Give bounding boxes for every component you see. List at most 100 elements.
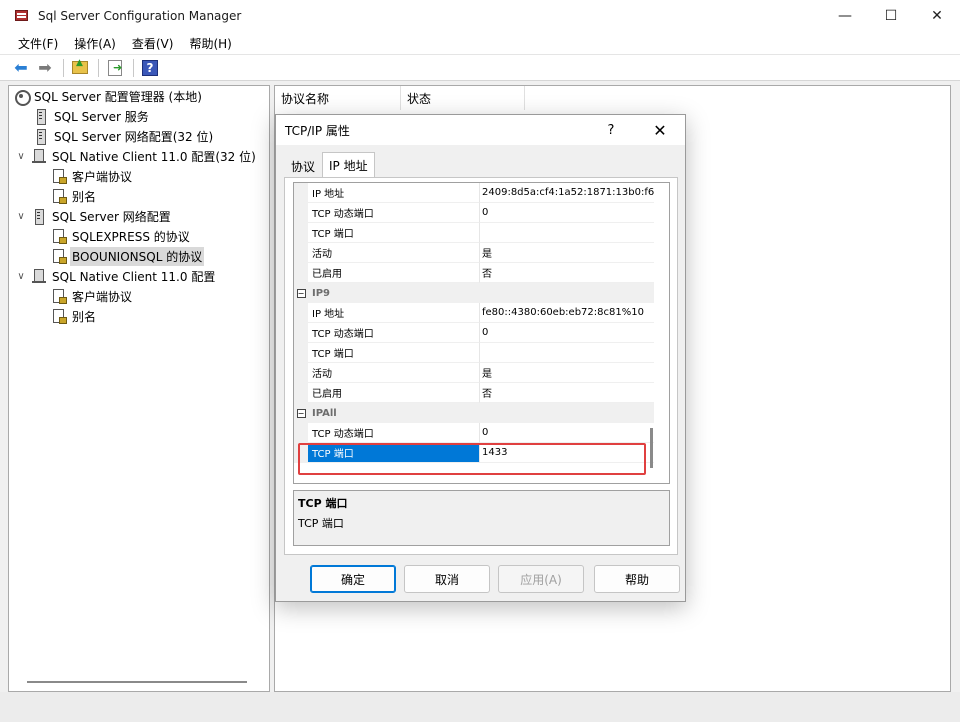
description-title: TCP 端口 <box>298 497 348 510</box>
row-gutter <box>294 203 308 223</box>
row-gutter <box>294 363 308 383</box>
property-row[interactable]: 活动是 <box>294 243 654 263</box>
dialog-close-button[interactable]: ✕ <box>645 115 675 145</box>
row-gutter <box>294 183 308 203</box>
column-header-status[interactable]: 状态 <box>401 86 525 110</box>
property-name: IP 地址 <box>308 183 480 203</box>
tree-item[interactable]: 别名 <box>51 306 98 326</box>
toolbar-separator <box>98 58 99 77</box>
tree-item[interactable]: SQL Server 服务 <box>33 106 151 126</box>
maximize-button[interactable]: ☐ <box>868 0 914 32</box>
property-value[interactable]: 是 <box>480 363 654 383</box>
column-header-protocol-name[interactable]: 协议名称 <box>275 86 401 110</box>
property-row[interactable]: 已启用否 <box>294 263 654 283</box>
cancel-button[interactable]: 取消 <box>404 565 490 593</box>
category-gutter: − <box>294 283 308 303</box>
property-name: 活动 <box>308 363 480 383</box>
tree-item-label: SQL Native Client 11.0 配置 <box>52 269 216 284</box>
tab-ip-addresses[interactable]: IP 地址 <box>322 152 375 178</box>
network-icon <box>31 148 47 164</box>
property-row[interactable]: TCP 动态端口 0 <box>294 203 654 223</box>
tree-item[interactable]: SQL Server 网络配置(32 位) <box>33 126 215 146</box>
property-grid-scrollbar[interactable] <box>650 428 653 468</box>
property-row[interactable]: TCP 端口 <box>294 223 654 243</box>
protocol-icon <box>51 288 67 304</box>
tree-item-label: 客户端协议 <box>72 289 133 304</box>
tree-item[interactable]: SQL Server 配置管理器 (本地) <box>13 86 204 106</box>
property-row[interactable]: TCP 动态端口 0 <box>294 423 654 443</box>
export-list-button[interactable] <box>104 58 126 78</box>
chevron-down-icon[interactable]: ∨ <box>15 151 27 162</box>
property-value[interactable]: 2409:8d5a:cf4:1a52:1871:13b0:f6 <box>480 183 654 203</box>
help-toolbar-button[interactable]: ? <box>139 58 161 78</box>
row-gutter <box>294 263 308 283</box>
tree-item[interactable]: SQLEXPRESS 的协议 <box>51 226 192 246</box>
tree-item[interactable]: ∨ SQL Server 网络配置 <box>15 206 173 226</box>
property-row[interactable]: 已启用否 <box>294 383 654 403</box>
property-category[interactable]: − IPAll <box>294 403 654 423</box>
tree-item-label: 别名 <box>72 309 97 324</box>
tree-item[interactable]: 别名 <box>51 186 98 206</box>
row-gutter <box>294 303 308 323</box>
dialog-help-button[interactable]: ? <box>601 115 621 145</box>
toolbar-separator <box>63 58 64 77</box>
category-gutter: − <box>294 403 308 423</box>
dialog-title-bar: TCP/IP 属性 <box>276 115 685 145</box>
menu-bar: 文件(F) 操作(A) 查看(V) 帮助(H) <box>0 32 960 54</box>
property-value[interactable]: 0 <box>480 203 654 223</box>
tree-item[interactable]: ∨ SQL Native Client 11.0 配置(32 位) <box>15 146 258 166</box>
menu-action[interactable]: 操作(A) <box>66 35 124 52</box>
property-row[interactable]: IP 地址 2409:8d5a:cf4:1a52:1871:13b0:f6 <box>294 183 654 203</box>
help-button[interactable]: 帮助 <box>594 565 680 593</box>
horizontal-scrollbar[interactable] <box>27 681 247 683</box>
back-button[interactable]: ⬅ <box>10 58 32 78</box>
dialog-tabs: 协议 IP 地址 <box>284 152 375 178</box>
description-text: TCP 端口 <box>298 517 344 530</box>
property-value[interactable]: 0 <box>480 423 654 443</box>
protocol-icon <box>51 188 67 204</box>
property-row[interactable]: 活动是 <box>294 363 654 383</box>
menu-view[interactable]: 查看(V) <box>124 35 182 52</box>
row-gutter <box>294 243 308 263</box>
row-gutter <box>294 383 308 403</box>
ok-button[interactable]: 确定 <box>310 565 396 593</box>
chevron-down-icon[interactable]: ∨ <box>15 211 27 222</box>
menu-file[interactable]: 文件(F) <box>10 35 66 52</box>
tree-item[interactable]: 客户端协议 <box>51 166 134 186</box>
close-button[interactable]: ✕ <box>914 0 960 32</box>
property-value[interactable]: 否 <box>480 263 654 283</box>
property-value[interactable] <box>480 223 654 243</box>
property-value[interactable]: 是 <box>480 243 654 263</box>
network-icon <box>31 268 47 284</box>
tab-protocol[interactable]: 协议 <box>284 154 322 178</box>
property-value[interactable] <box>480 343 654 363</box>
row-gutter <box>294 223 308 243</box>
chevron-down-icon[interactable]: ∨ <box>15 271 27 282</box>
property-row[interactable]: TCP 动态端口 0 <box>294 323 654 343</box>
menu-help[interactable]: 帮助(H) <box>181 35 239 52</box>
tree-item[interactable]: ∨ SQL Native Client 11.0 配置 <box>15 266 217 286</box>
property-name: TCP 动态端口 <box>308 203 480 223</box>
property-value[interactable]: 0 <box>480 323 654 343</box>
property-value[interactable]: 否 <box>480 383 654 403</box>
toolbar: ⬅ ➡ ? <box>0 54 960 81</box>
up-one-level-button[interactable] <box>69 58 91 78</box>
property-row[interactable]: IP 地址 fe80::4380:60eb:eb72:8c81%10 <box>294 303 654 323</box>
up-folder-icon <box>72 58 88 74</box>
category-name: IP9 <box>312 287 331 299</box>
row-gutter <box>294 323 308 343</box>
tree-item-label: SQL Server 网络配置 <box>52 209 171 224</box>
apply-button[interactable]: 应用(A) <box>498 565 584 593</box>
property-category[interactable]: − IP9 <box>294 283 654 303</box>
forward-button[interactable]: ➡ <box>34 58 56 78</box>
collapse-icon[interactable]: − <box>296 408 306 418</box>
property-name: 活动 <box>308 243 480 263</box>
tree-item[interactable]: BOOUNIONSQL 的协议 <box>51 246 205 266</box>
minimize-button[interactable]: — <box>822 0 868 32</box>
tree-item[interactable]: 客户端协议 <box>51 286 134 306</box>
property-value[interactable]: fe80::4380:60eb:eb72:8c81%10 <box>480 303 654 323</box>
protocol-icon <box>51 248 67 264</box>
collapse-icon[interactable]: − <box>296 288 306 298</box>
highlight-annotation <box>298 443 646 475</box>
property-row[interactable]: TCP 端口 <box>294 343 654 363</box>
